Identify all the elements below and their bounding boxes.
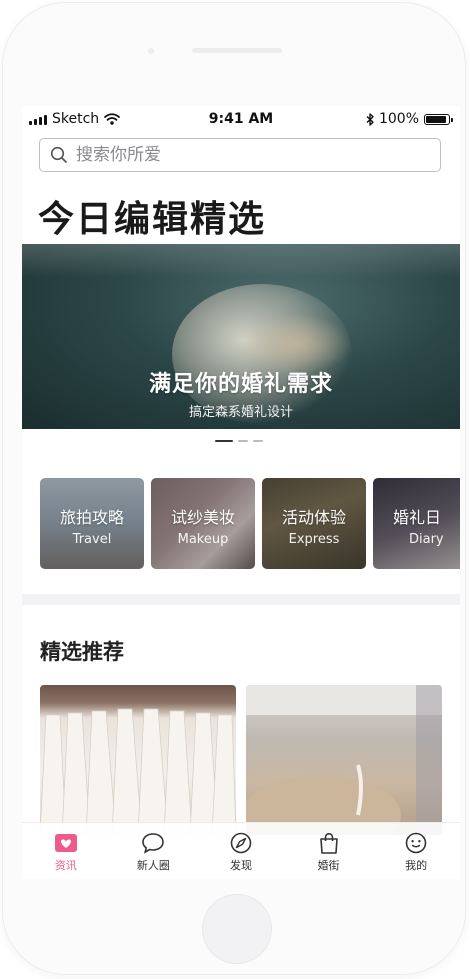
tab-shop[interactable]: 婚街 [285,823,373,879]
search-input[interactable] [76,145,406,165]
smiley-face-icon [405,832,427,854]
dress-detail-image [246,685,442,835]
category-card-diary[interactable]: 婚礼日 Diary [373,478,460,569]
tab-discover[interactable]: 发现 [197,823,285,879]
tab-label: 资讯 [54,859,77,872]
recommend-section-title: 精选推荐 [40,640,124,664]
earpiece-speaker [192,48,282,53]
carousel-dot[interactable] [238,440,248,442]
chat-bubble-icon [142,833,165,854]
tab-label: 发现 [229,859,252,872]
search-icon [50,146,67,163]
hero-banner[interactable]: 满足你的婚礼需求 搞定森系婚礼设计 [22,244,460,429]
recommend-card-dress-detail[interactable] [246,685,442,835]
search-bar[interactable] [39,138,441,172]
carousel-dot[interactable] [253,440,263,442]
tab-profile[interactable]: 我的 [372,823,460,879]
category-title: 婚礼日 [393,508,442,527]
water-surface-image [22,244,460,278]
news-icon [54,834,77,852]
tab-news[interactable]: 资讯 [22,823,110,879]
status-bar: Sketch 9:41 AM 100% [22,106,460,132]
category-title: 试纱美妆 [170,508,235,527]
section-divider [22,594,460,605]
shopping-bag-icon [319,832,338,854]
compass-icon [230,832,252,854]
phone-frame: Sketch 9:41 AM 100% 搜索你所爱 今日编辑精选 满足你的婚礼需… [2,2,466,975]
tab-label: 我的 [405,859,428,872]
category-card-travel[interactable]: 旅拍攻略 Travel [40,478,144,569]
tab-community[interactable]: 新人圈 [110,823,198,879]
bottom-tab-bar: 资讯 新人圈 发现 婚街 我的 [22,822,460,879]
category-subtitle: Makeup [177,532,229,547]
category-card-makeup[interactable]: 试纱美妆 Makeup [151,478,255,569]
carousel-dot[interactable] [215,440,233,442]
hero-subtitle: 搞定森系婚礼设计 [188,405,293,420]
battery-percent: 100% [378,111,419,127]
tab-label: 婚街 [317,859,340,872]
page-title: 今日编辑精选 [38,199,267,240]
category-list: 旅拍攻略 Travel 试纱美妆 Makeup 活动体验 Express 婚礼日… [40,478,460,570]
carousel-indicator [215,440,263,442]
app-screen: Sketch 9:41 AM 100% 搜索你所爱 今日编辑精选 满足你的婚礼需… [22,106,460,879]
hero-title: 满足你的婚礼需求 [148,372,333,397]
tab-label: 新人圈 [136,859,170,872]
battery-icon [424,113,453,125]
category-subtitle: Diary [409,532,444,547]
front-camera [148,48,154,54]
bluetooth-icon [366,112,374,126]
category-card-express[interactable]: 活动体验 Express [262,478,366,569]
category-title: 旅拍攻略 [59,508,124,527]
wedding-dress-rack-image [40,708,236,835]
category-title: 活动体验 [281,508,346,527]
hero-image-detail [242,314,352,374]
category-subtitle: Express [288,532,340,547]
home-button[interactable] [202,894,272,964]
category-subtitle: Travel [72,532,112,547]
recommend-card-dresses[interactable] [40,685,236,835]
